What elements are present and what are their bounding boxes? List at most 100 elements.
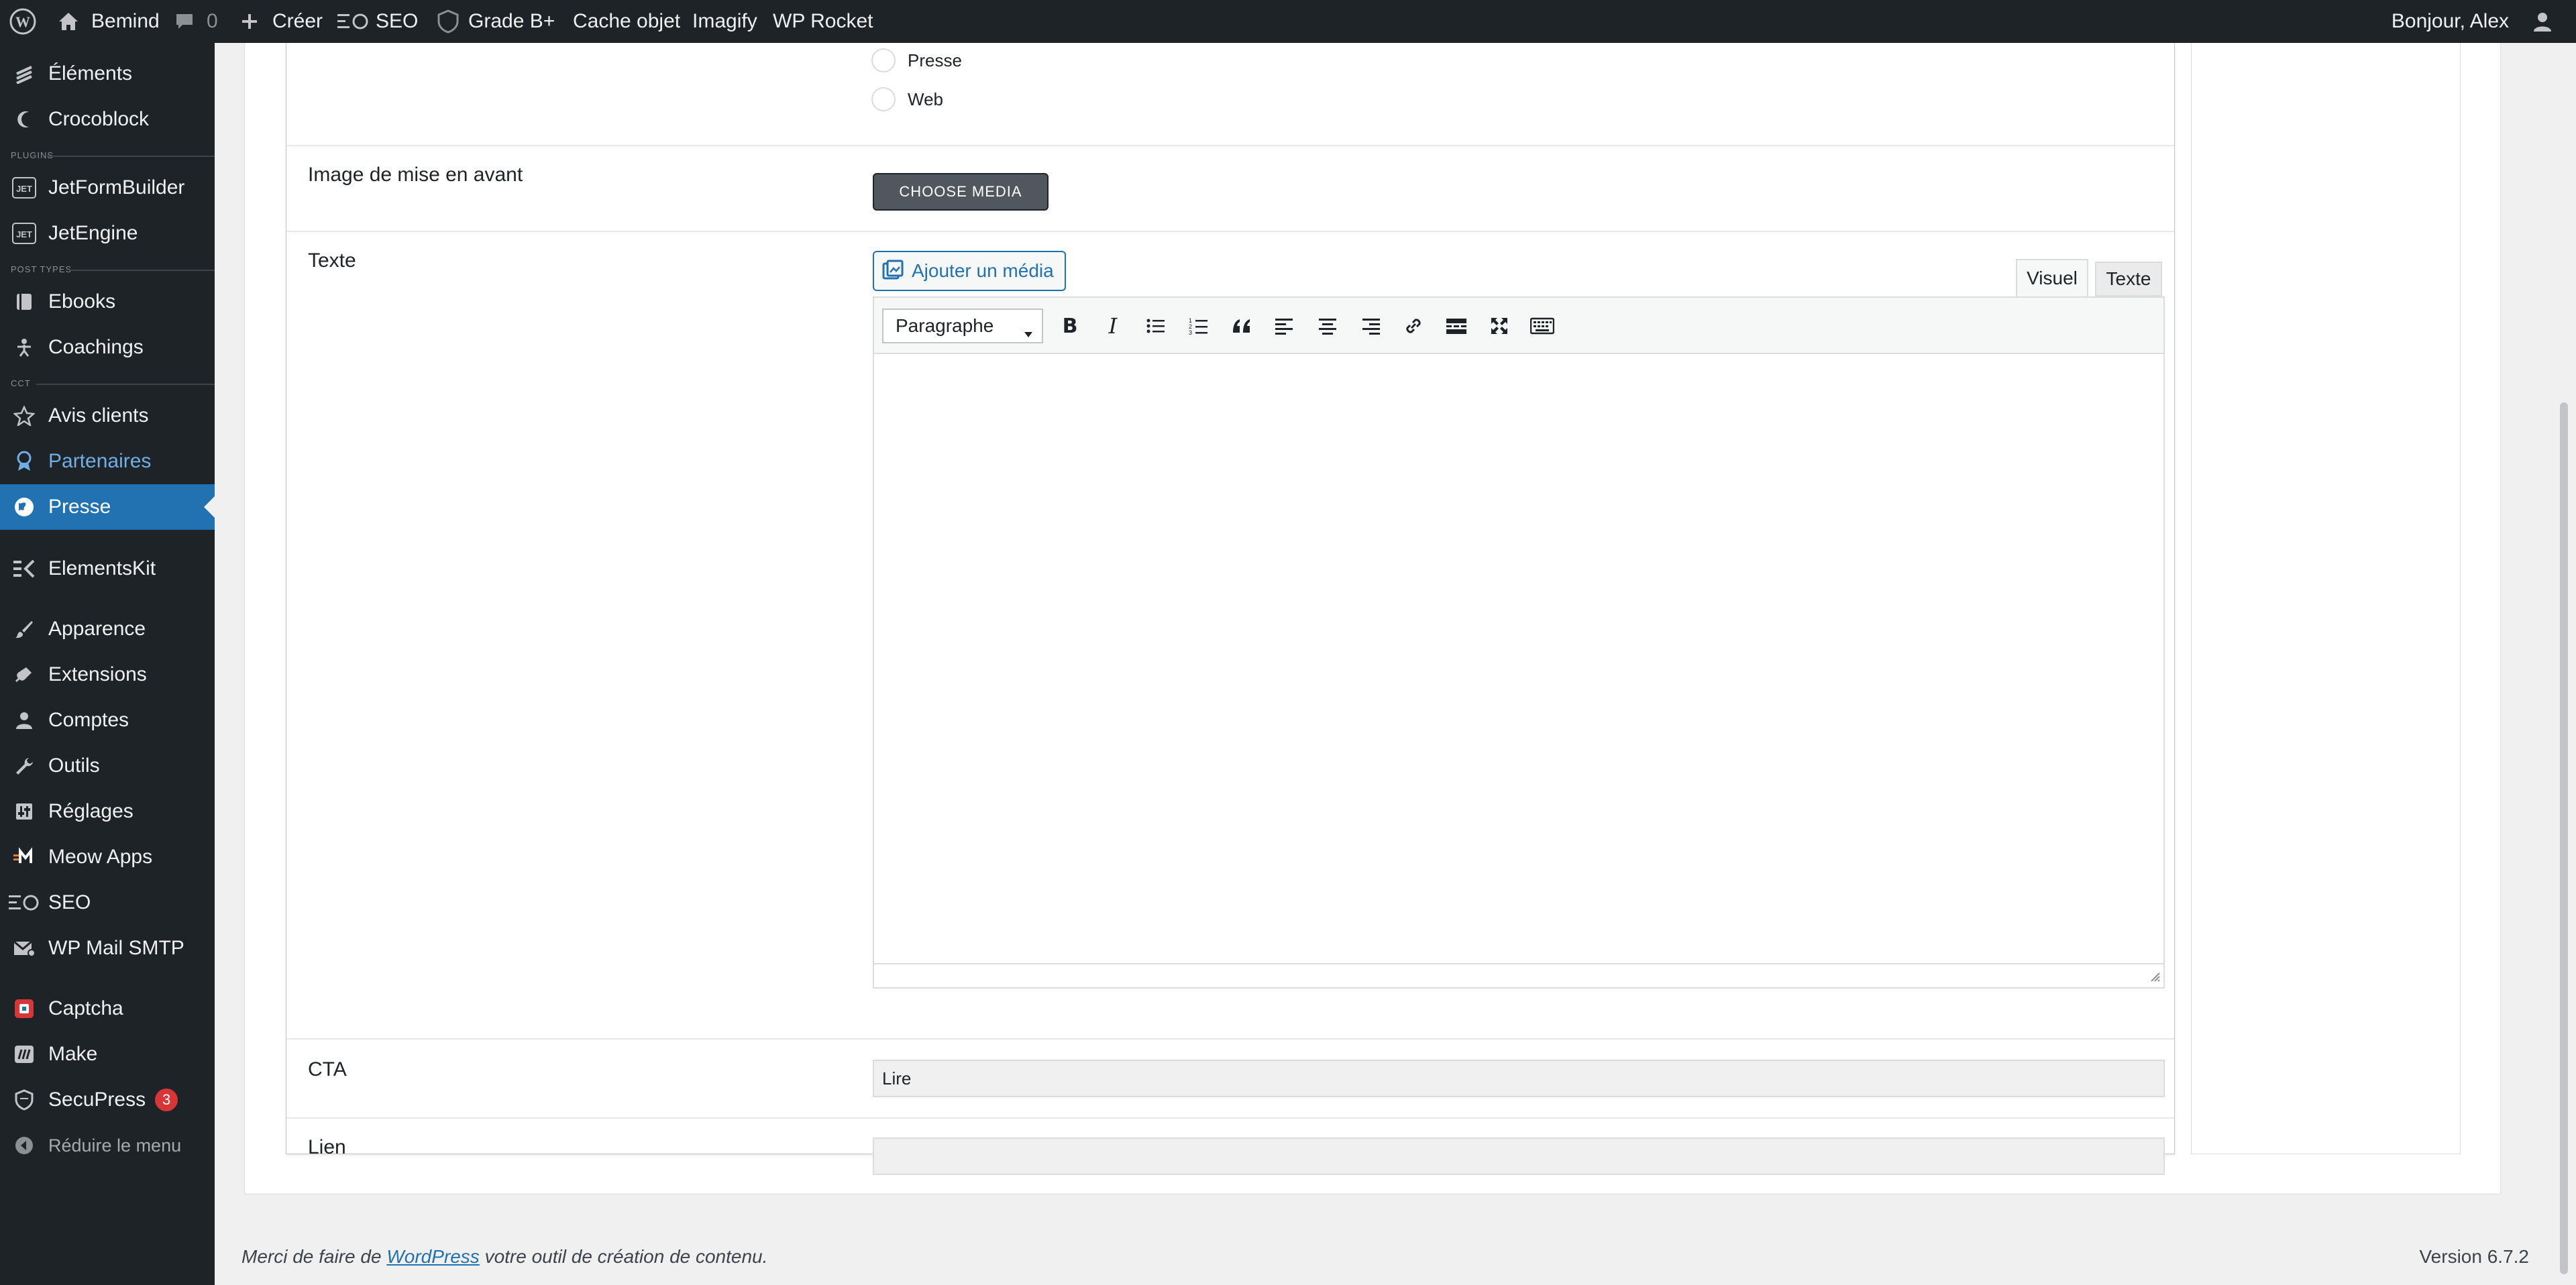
sidebar-item-partenaires[interactable]: Partenaires [0, 439, 215, 484]
wordpress-link[interactable]: WordPress [386, 1246, 479, 1267]
greeting-link[interactable]: Bonjour, Alex [2392, 0, 2509, 43]
divider [70, 270, 215, 271]
section-label-post-types: POST TYPES [11, 264, 72, 274]
sidebar-item-reglages[interactable]: Réglages [0, 789, 215, 834]
collapse-menu-button[interactable]: Réduire le menu [0, 1123, 215, 1168]
field-label: Image de mise en avant [308, 164, 523, 186]
resize-handle-icon[interactable] [2147, 969, 2161, 986]
sidebar-item-seo[interactable]: SEO [0, 880, 215, 926]
new-content-link[interactable]: Créer [272, 0, 323, 43]
user-avatar-icon[interactable] [2529, 0, 2556, 43]
make-icon [0, 1031, 48, 1077]
admin-sidebar: Éléments Crocoblock PLUGINS JET JetFormB… [0, 43, 215, 1285]
footer-text-before: Merci de faire de [241, 1246, 387, 1267]
sidebar-item-apparence[interactable]: Apparence [0, 606, 215, 652]
brush-icon [0, 606, 48, 652]
keyboard-toolbar-toggle-icon[interactable] [1525, 309, 1560, 343]
add-media-button[interactable]: Ajouter un média [873, 251, 1066, 291]
sidebar-item-label: Coachings [48, 336, 144, 358]
sidebar-item-avis-clients[interactable]: Avis clients [0, 393, 215, 439]
sidebar-item-secupress[interactable]: SecuPress 3 [0, 1077, 215, 1123]
radio-option-presse[interactable]: Presse [871, 48, 962, 72]
seo-icon [0, 880, 48, 926]
section-label-cct: CCT [11, 378, 31, 388]
svg-text:JET: JET [16, 229, 32, 239]
globe-icon [0, 484, 48, 530]
plus-icon[interactable] [239, 0, 260, 43]
tab-visual[interactable]: Visuel [2016, 259, 2088, 298]
collapse-arrow-icon [0, 1123, 48, 1168]
blockquote-icon[interactable] [1224, 309, 1259, 343]
sidebar-item-meow-apps[interactable]: Meow Apps [0, 834, 215, 880]
sidebar-item-wp-mail-smtp[interactable]: WP Mail SMTP [0, 926, 215, 971]
bullet-list-icon[interactable] [1138, 309, 1173, 343]
bold-icon[interactable]: B [1053, 309, 1087, 343]
italic-icon[interactable]: I [1095, 309, 1130, 343]
person-icon [0, 325, 48, 370]
align-left-icon[interactable] [1267, 309, 1302, 343]
editor-toolbar: Paragraphe B I 123 [874, 298, 2163, 354]
sidebar-item-elementskit[interactable]: ElementsKit [0, 546, 215, 592]
cta-input[interactable]: Lire [873, 1060, 2165, 1097]
sidebar-item-presse[interactable]: Presse [0, 484, 215, 530]
sidebar-item-label: SEO [48, 891, 91, 913]
comments-count[interactable]: 0 [207, 0, 218, 43]
sidebar-item-ebooks[interactable]: Ebooks [0, 279, 215, 325]
link-icon[interactable] [1396, 309, 1431, 343]
wp-rocket-link[interactable]: WP Rocket [773, 0, 873, 43]
field-row-link: Lien [286, 1117, 2174, 1175]
grade-link[interactable]: Grade B+ [468, 0, 555, 43]
seo-link[interactable]: SEO [376, 0, 418, 43]
fullscreen-icon[interactable] [1482, 309, 1517, 343]
sidebar-item-label: Make [48, 1043, 98, 1065]
seo-icon[interactable] [337, 0, 370, 43]
scrollbar[interactable] [2560, 402, 2568, 1274]
ek-icon [0, 546, 48, 592]
radio-label: Web [908, 89, 943, 109]
link-input[interactable] [873, 1137, 2165, 1175]
radio-option-web[interactable]: Web [871, 87, 943, 111]
sidebar-item-label: Captcha [48, 997, 123, 1019]
cache-link[interactable]: Cache objet [573, 0, 680, 43]
radio-circle[interactable] [871, 87, 896, 111]
wordpress-logo-icon[interactable]: W [8, 0, 38, 43]
elementor-icon [0, 51, 48, 97]
sidebar-item-outils[interactable]: Outils [0, 743, 215, 789]
divider [47, 156, 215, 157]
comment-icon[interactable] [173, 0, 196, 43]
site-name-link[interactable]: Bemind [91, 0, 160, 43]
align-center-icon[interactable] [1310, 309, 1345, 343]
svg-text:W: W [15, 13, 30, 30]
format-select[interactable]: Paragraphe [882, 309, 1043, 343]
tab-text[interactable]: Texte [2095, 262, 2162, 296]
home-icon[interactable] [56, 0, 80, 43]
sidebar-item-jetengine[interactable]: JET JetEngine [0, 211, 215, 256]
sidebar-item-label: JetEngine [48, 222, 138, 244]
sidebar-item-label: Réglages [48, 800, 133, 822]
sidebar-item-label: Avis clients [48, 404, 149, 427]
jet-icon: JET [0, 211, 48, 256]
align-right-icon[interactable] [1353, 309, 1388, 343]
choose-media-button[interactable]: CHOOSE MEDIA [873, 173, 1049, 211]
sidebar-item-comptes[interactable]: Comptes [0, 697, 215, 743]
field-label: Texte [308, 249, 356, 272]
sidebar-item-extensions[interactable]: Extensions [0, 652, 215, 697]
add-media-label: Ajouter un média [912, 260, 1054, 281]
sidebar-item-label: Presse [48, 496, 111, 518]
sidebar-item-coachings[interactable]: Coachings [0, 325, 215, 370]
sidebar-item-make[interactable]: Make [0, 1031, 215, 1077]
field-row-text: Texte Ajouter un média Visuel Texte Para… [286, 231, 2174, 1040]
divider [36, 384, 215, 385]
imagify-link[interactable]: Imagify [692, 0, 757, 43]
sidebar-item-elements[interactable]: Éléments [0, 51, 215, 97]
sidebar-item-captcha[interactable]: Captcha [0, 986, 215, 1031]
editor-content-area[interactable] [874, 355, 2163, 950]
sidebar-item-jetformbuilder[interactable]: JET JetFormBuilder [0, 165, 215, 211]
sidebar-item-label: Meow Apps [48, 846, 153, 868]
sidebar-item-crocoblock[interactable]: Crocoblock [0, 97, 215, 142]
radio-circle[interactable] [871, 48, 896, 72]
secupress-shield-icon[interactable] [433, 0, 463, 43]
read-more-icon[interactable] [1439, 309, 1474, 343]
numbered-list-icon[interactable]: 123 [1181, 309, 1216, 343]
svg-text:3: 3 [1189, 329, 1192, 335]
